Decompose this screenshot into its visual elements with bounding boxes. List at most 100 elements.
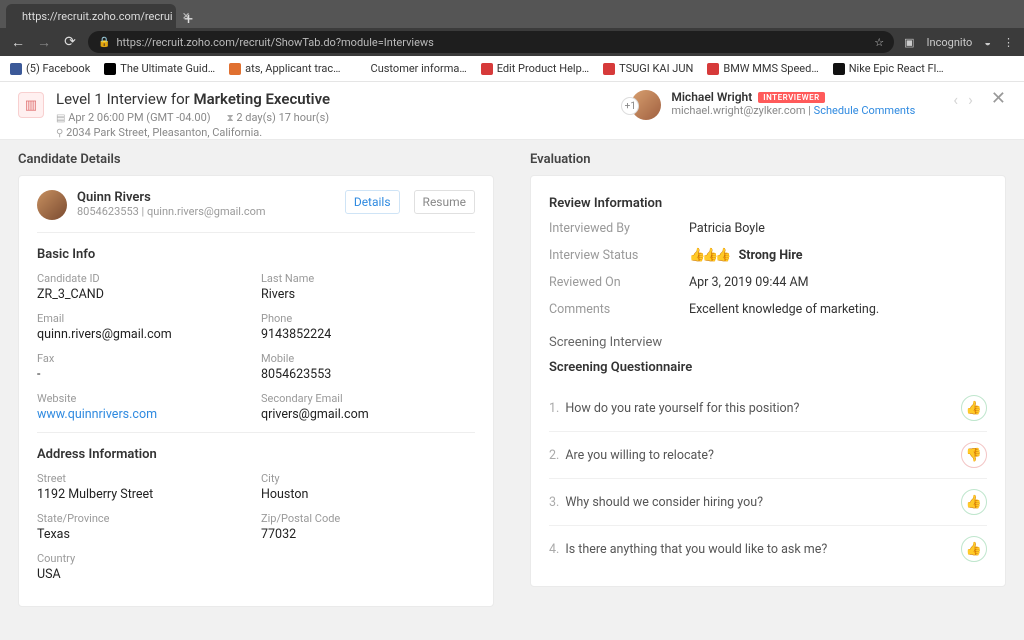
bookmark-label: TSUGI KAI JUN: [619, 62, 693, 75]
thumbs-down-icon[interactable]: 👎: [961, 442, 987, 468]
avatar-count: +1: [621, 97, 639, 115]
bookmark-label: Edit Product Help…: [497, 62, 589, 75]
evaluation-card: Review Information Interviewed ByPatrici…: [530, 175, 1006, 587]
star-icon[interactable]: ☆: [874, 36, 884, 49]
bookmark-item[interactable]: TSUGI KAI JUN: [603, 62, 693, 75]
close-panel-icon[interactable]: ✕: [991, 88, 1006, 109]
review-info-grid: Interviewed ByPatricia Boyle Interview S…: [549, 221, 987, 317]
bookmark-label: BMW MMS Speed…: [723, 62, 818, 75]
bookmark-icon: [707, 63, 719, 75]
schedule-comments-link[interactable]: Schedule Comments: [814, 104, 916, 117]
forward-button[interactable]: →: [36, 34, 52, 51]
basic-info-grid: Candidate IDZR_3_CAND Last NameRivers Em…: [37, 272, 475, 422]
interviewer-badge: INTERVIEWER: [758, 92, 824, 103]
interview-icon: ▥: [18, 92, 44, 118]
chrome-right: ▣ Incognito ◒ ⋮: [904, 36, 1014, 49]
right-column: Evaluation Review Information Interviewe…: [512, 140, 1024, 640]
tab-details[interactable]: Details: [345, 190, 400, 214]
camera-icon[interactable]: ▣: [904, 36, 914, 49]
candidate-card: Quinn Rivers 8054623553 | quinn.rivers@g…: [18, 175, 494, 607]
bookmark-item[interactable]: Edit Product Help…: [481, 62, 589, 75]
bookmark-icon: [833, 63, 845, 75]
questionnaire-title: Screening Questionnaire: [549, 360, 987, 375]
reload-button[interactable]: ⟳: [62, 34, 78, 50]
reviewer-name-row: Michael Wright INTERVIEWER: [671, 90, 915, 104]
street: 1192 Mulberry Street: [37, 487, 251, 502]
question-list: 1.How do you rate yourself for this posi…: [549, 385, 987, 572]
thumbs-up-icon[interactable]: 👍: [961, 536, 987, 562]
bookmark-icon: [355, 63, 367, 75]
review-info-title: Review Information: [549, 196, 987, 211]
browser-tab[interactable]: https://recruit.zoho.com/recrui ×: [6, 4, 176, 28]
bookmark-item[interactable]: ats, Applicant trac…: [229, 62, 340, 75]
incognito-icon: ◒: [984, 36, 991, 49]
incognito-label: Incognito: [927, 36, 973, 49]
hourglass-icon: ⧗: [227, 113, 234, 124]
interview-status: 👍👍👍 Strong Hire: [689, 248, 987, 263]
interview-title: Level 1 Interview for Marketing Executiv…: [56, 90, 330, 108]
website-link[interactable]: www.quinnrivers.com: [37, 407, 251, 422]
interview-meta: ▤ Apr 2 06:00 PM (GMT -04.00) ⧗ 2 day(s)…: [56, 111, 330, 124]
bookmark-label: Nike Epic React Fl…: [849, 62, 944, 75]
address-grid: Street1192 Mulberry Street CityHouston S…: [37, 472, 475, 582]
candidate-contact: 8054623553 | quinn.rivers@gmail.com: [77, 205, 266, 218]
left-column: Candidate Details Quinn Rivers 805462355…: [0, 140, 512, 640]
bookmark-icon: [481, 63, 493, 75]
phone: 9143852224: [261, 327, 475, 342]
bookmark-icon: [229, 63, 241, 75]
thumbs-up-icon[interactable]: 👍: [961, 395, 987, 421]
bookmark-label: The Ultimate Guid…: [120, 62, 215, 75]
new-tab-button[interactable]: +: [176, 9, 201, 28]
state: Texas: [37, 527, 251, 542]
candidate-id: ZR_3_CAND: [37, 287, 251, 302]
bookmark-icon: [104, 63, 116, 75]
prev-arrow-icon[interactable]: ‹: [953, 90, 958, 109]
back-button[interactable]: ←: [10, 34, 26, 51]
screening-title: Screening Interview: [549, 335, 987, 350]
last-name: Rivers: [261, 287, 475, 302]
candidate-details-title: Candidate Details: [18, 152, 494, 167]
fax: -: [37, 367, 251, 382]
tab-bar: https://recruit.zoho.com/recrui × +: [0, 0, 1024, 28]
email: quinn.rivers@gmail.com: [37, 327, 251, 342]
question-row: 3.Why should we consider hiring you?👍: [549, 479, 987, 526]
browser-chrome: https://recruit.zoho.com/recrui × + ← → …: [0, 0, 1024, 82]
menu-icon[interactable]: ⋮: [1003, 36, 1014, 49]
question-row: 2.Are you willing to relocate?👎: [549, 432, 987, 479]
calendar-icon: ▤: [56, 113, 65, 124]
bookmark-label: ats, Applicant trac…: [245, 62, 340, 75]
bookmark-item[interactable]: BMW MMS Speed…: [707, 62, 818, 75]
candidate-tabs: Details Resume: [345, 190, 475, 214]
thumbs-up-icon[interactable]: 👍: [961, 489, 987, 515]
interview-header: ▥ Level 1 Interview for Marketing Execut…: [0, 82, 1024, 140]
address-bar[interactable]: 🔒 https://recruit.zoho.com/recruit/ShowT…: [88, 31, 894, 53]
interview-location: ⚲ 2034 Park Street, Pleasanton, Californ…: [56, 126, 330, 139]
evaluation-title: Evaluation: [530, 152, 1006, 167]
zip: 77032: [261, 527, 475, 542]
candidate-avatar[interactable]: [37, 190, 67, 220]
bookmark-item[interactable]: Customer informa…: [355, 62, 467, 75]
comments: Excellent knowledge of marketing.: [689, 302, 987, 317]
bookmark-item[interactable]: The Ultimate Guid…: [104, 62, 215, 75]
lock-icon: 🔒: [98, 37, 110, 48]
country: USA: [37, 567, 251, 582]
address-title: Address Information: [37, 447, 475, 462]
tab-title: https://recruit.zoho.com/recrui: [22, 10, 173, 23]
question-row: 1.How do you rate yourself for this posi…: [549, 385, 987, 432]
pin-icon: ⚲: [56, 128, 63, 139]
bookmark-icon: [603, 63, 615, 75]
bookmark-label: Customer informa…: [371, 62, 467, 75]
mobile: 8054623553: [261, 367, 475, 382]
app-body: ▥ Level 1 Interview for Marketing Execut…: [0, 82, 1024, 640]
question-row: 4.Is there anything that you would like …: [549, 526, 987, 572]
bookmarks-bar: (5) Facebook The Ultimate Guid… ats, Appli…: [0, 56, 1024, 82]
basic-info-title: Basic Info: [37, 247, 475, 262]
bookmark-label: (5) Facebook: [26, 62, 90, 75]
next-arrow-icon[interactable]: ›: [968, 90, 973, 109]
url-text: https://recruit.zoho.com/recruit/ShowTab…: [116, 36, 433, 49]
bookmark-item[interactable]: Nike Epic React Fl…: [833, 62, 944, 75]
reviewer-avatar[interactable]: +1: [631, 90, 661, 120]
city: Houston: [261, 487, 475, 502]
bookmark-item[interactable]: (5) Facebook: [10, 62, 90, 75]
tab-resume[interactable]: Resume: [414, 190, 475, 214]
